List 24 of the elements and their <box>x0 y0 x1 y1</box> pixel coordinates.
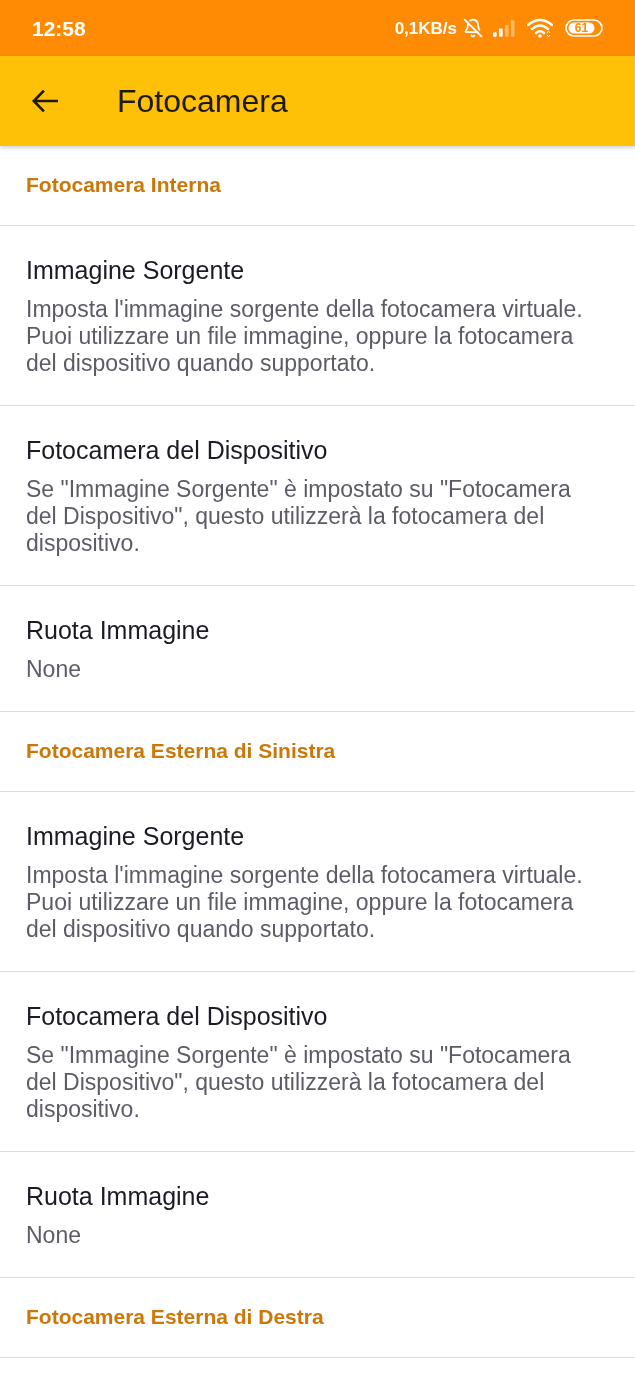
preference-summary: None <box>26 1222 82 1249</box>
back-arrow-icon <box>32 90 58 112</box>
battery-percentage: 61 <box>574 22 590 34</box>
screen-title: Fotocamera <box>117 85 288 117</box>
preference-title[interactable]: Fotocamera del Dispositivo <box>26 435 590 465</box>
section-header: Fotocamera Interna <box>26 172 221 198</box>
preference-title[interactable]: Ruota Immagine <box>26 1181 590 1211</box>
bell-off-icon <box>463 18 483 38</box>
preference-summary: Se "Immagine Sorgente" è impostato su "Fotocamera del Dispositivo", questo utilizzerà la fotocamera del dispositivo. <box>26 1042 572 1123</box>
preference-title[interactable]: Immagine Sorgente <box>26 255 590 285</box>
preference-title[interactable]: Ruota Immagine <box>26 615 590 645</box>
preference-summary: Imposta l'immagine sorgente della fotocamera virtuale. Puoi utilizzare un file immagine, oppure la fotocamera del dispositivo quando supportato. <box>26 862 584 943</box>
preference-title[interactable]: Fotocamera del Dispositivo <box>26 1001 590 1031</box>
preference-summary: Se "Immagine Sorgente" è impostato su "Fotocamera del Dispositivo", questo utilizzerà la fotocamera del dispositivo. <box>26 476 572 557</box>
status-time: 12:58 <box>32 17 86 39</box>
preference-summary: Imposta l'immagine sorgente della fotocamera virtuale. Puoi utilizzare un file immagine, oppure la fotocamera del dispositivo quando supportato. <box>26 296 584 377</box>
preference-summary: None <box>26 656 82 683</box>
battery-icon <box>565 19 603 37</box>
section-header: Fotocamera Esterna di Sinistra <box>26 738 336 764</box>
network-speed: 0,1KB/s <box>394 19 457 37</box>
section-header: Fotocamera Esterna di Destra <box>26 1304 324 1330</box>
preference-title[interactable]: Immagine Sorgente <box>26 821 590 851</box>
signal-bars-icon <box>493 19 515 37</box>
wifi-icon <box>527 18 553 38</box>
